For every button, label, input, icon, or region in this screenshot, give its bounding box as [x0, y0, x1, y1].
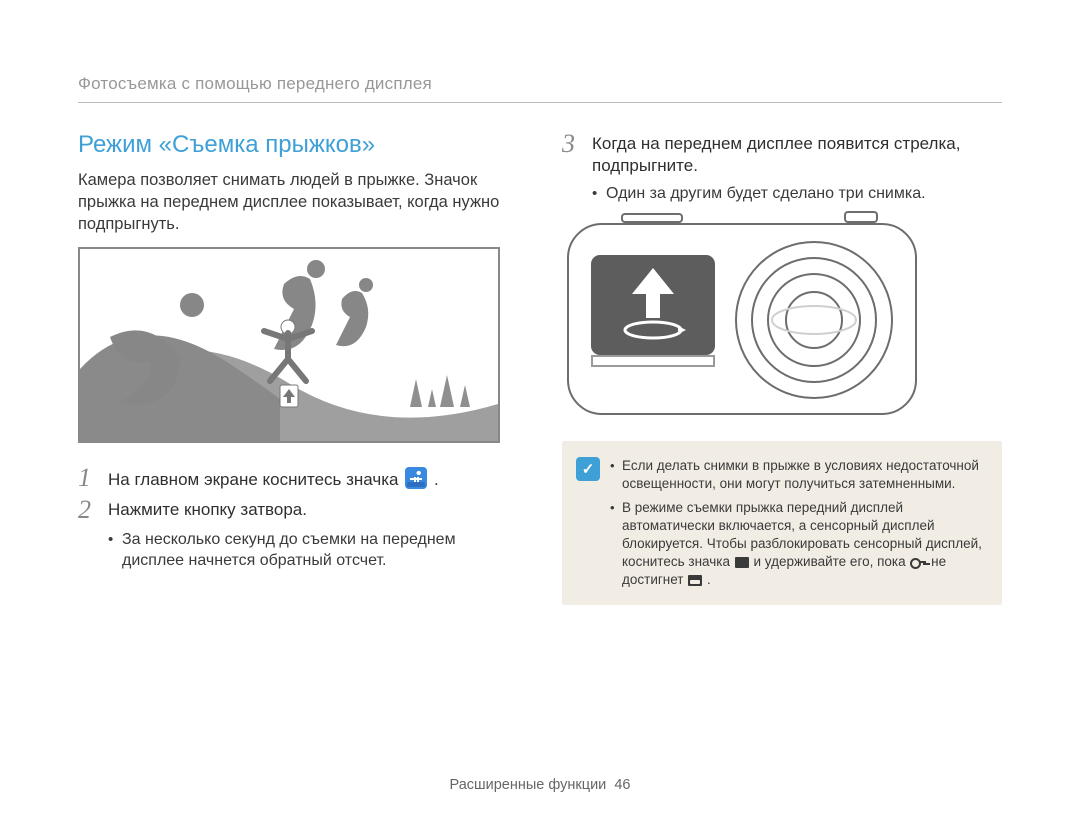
header-rule: [78, 102, 1002, 103]
step-1: 1 На главном экране коснитесь значка .: [78, 465, 518, 491]
bullet-dot: •: [108, 529, 122, 550]
step-1-text-after: .: [434, 470, 439, 489]
camera-svg: [562, 210, 922, 420]
note-item-1: • Если делать снимки в прыжке в условиях…: [610, 457, 984, 493]
intro-paragraph: Камера позволяет снимать людей в прыжке.…: [78, 169, 518, 235]
step-2-number: 2: [78, 497, 108, 523]
step-2-text: Нажмите кнопку затвора.: [108, 497, 307, 521]
step-2: 2 Нажмите кнопку затвора.: [78, 497, 518, 523]
step-3-number: 3: [562, 131, 592, 157]
step-3-bullet: • Один за другим будет сделано три снимк…: [592, 183, 1002, 204]
bullet-dot: •: [610, 457, 622, 475]
step-1-text: На главном экране коснитесь значка .: [108, 465, 439, 491]
section-title: Режим «Съемка прыжков»: [78, 131, 518, 159]
left-column: Режим «Съемка прыжков» Камера позволяет …: [78, 131, 518, 605]
bullet-dot: •: [592, 183, 606, 204]
footer-page-number: 46: [614, 777, 630, 793]
key-icon: [910, 556, 926, 568]
unlock-icon: [688, 575, 702, 586]
note-item-2-text: В режиме съемки прыжка передний дисплей …: [622, 499, 984, 589]
step-1-number: 1: [78, 465, 108, 491]
lock-icon: [735, 557, 749, 568]
note2-end: .: [707, 572, 711, 587]
note2-mid: и удерживайте его, пока: [754, 554, 910, 569]
jump-scene-illustration: [78, 247, 500, 443]
step-3-bullet-text: Один за другим будет сделано три снимка.: [606, 183, 926, 204]
step-1-text-before: На главном экране коснитесь значка: [108, 470, 403, 489]
footer-section: Расширенные функции: [450, 777, 607, 793]
page-footer: Расширенные функции 46: [0, 777, 1080, 793]
jump-mode-icon: [405, 467, 427, 489]
camera-illustration: [562, 210, 922, 425]
step-3: 3 Когда на переднем дисплее появится стр…: [562, 131, 1002, 177]
note-item-2: • В режиме съемки прыжка передний диспле…: [610, 499, 984, 589]
note-item-1-text: Если делать снимки в прыжке в условиях н…: [622, 457, 984, 493]
jump-scene-svg: [80, 249, 498, 441]
breadcrumb-header: Фотосъемка с помощью переднего дисплея: [78, 74, 1002, 102]
right-column: 3 Когда на переднем дисплее появится стр…: [562, 131, 1002, 605]
note-list: • Если делать снимки в прыжке в условиях…: [610, 457, 984, 589]
step-3-text: Когда на переднем дисплее появится стрел…: [592, 131, 1002, 177]
step-2-bullet-text: За несколько секунд до съемки на передне…: [122, 529, 518, 571]
step-2-bullet: • За несколько секунд до съемки на перед…: [108, 529, 518, 571]
bullet-dot: •: [610, 499, 622, 517]
note-badge-icon: ✓: [576, 457, 600, 481]
note-box: ✓ • Если делать снимки в прыжке в услови…: [562, 441, 1002, 605]
